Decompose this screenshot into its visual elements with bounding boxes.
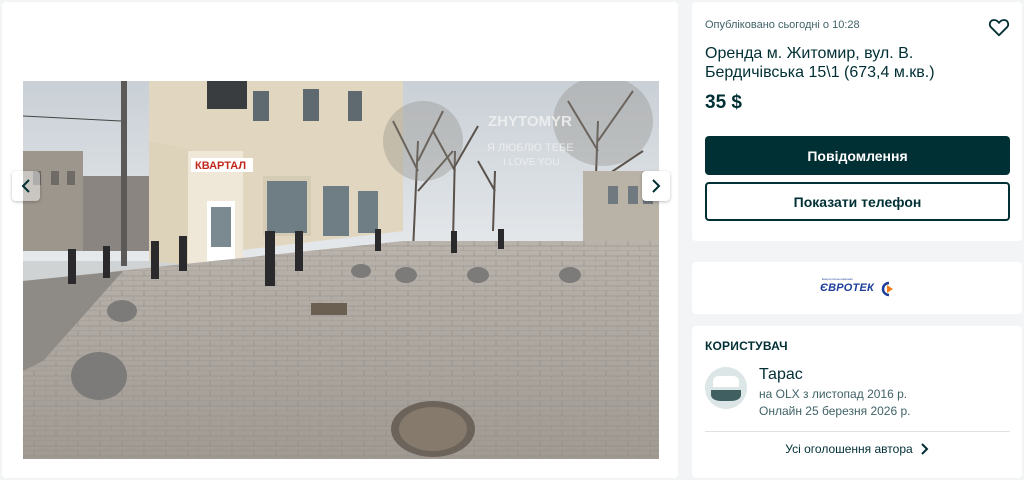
street-photo-image: КВАРТАЛ ZHYTOMYR Я ЛЮБЛЮ ТЕБЕ I LOVE YOU bbox=[23, 81, 659, 459]
listing-title: Оренда м. Житомир, вул. В. Бердичівська … bbox=[705, 45, 935, 81]
heart-icon bbox=[988, 19, 1010, 37]
company-logo-text: ЄВРОТЕК bbox=[820, 282, 874, 294]
chevron-left-icon bbox=[21, 179, 30, 193]
user-avatar-icon[interactable] bbox=[705, 367, 747, 409]
company-logo: Енергетична компанія ЄВРОТЕК bbox=[820, 276, 900, 300]
chevron-right-icon bbox=[652, 179, 661, 193]
listing-photo[interactable]: КВАРТАЛ ZHYTOMYR Я ЛЮБЛЮ ТЕБЕ I LOVE YOU bbox=[23, 81, 659, 459]
photo-love-sign: Я ЛЮБЛЮ ТЕБЕ bbox=[487, 142, 574, 154]
company-logo-icon bbox=[881, 281, 893, 297]
user-card: КОРИСТУВАЧ Тарас на OLX з листопад 2016 … bbox=[692, 326, 1022, 478]
listing-price: 35 $ bbox=[705, 92, 742, 113]
gallery-next-button[interactable] bbox=[642, 171, 670, 201]
photo-love-sign-en: I LOVE YOU bbox=[503, 157, 560, 168]
message-button[interactable]: Повідомлення bbox=[705, 136, 1010, 175]
photo-city-sign: ZHYTOMYR bbox=[488, 113, 572, 130]
gallery-card: КВАРТАЛ ZHYTOMYR Я ЛЮБЛЮ ТЕБЕ I LOVE YOU bbox=[2, 2, 678, 478]
published-date: Опубліковано сьогодні о 10:28 bbox=[705, 19, 860, 31]
gallery-prev-button[interactable] bbox=[12, 171, 40, 201]
show-phone-button[interactable]: Показати телефон bbox=[705, 182, 1010, 221]
company-logo-subtitle: Енергетична компанія bbox=[822, 277, 853, 281]
user-last-online: Онлайн 25 березня 2026 р. bbox=[759, 404, 911, 418]
photo-shop-sign: КВАРТАЛ bbox=[195, 160, 246, 172]
favorite-button[interactable] bbox=[988, 16, 1010, 38]
all-author-ads-label: Усі оголошення автора bbox=[785, 442, 913, 456]
user-heading: КОРИСТУВАЧ bbox=[705, 339, 788, 353]
user-name[interactable]: Тарас bbox=[759, 366, 803, 384]
chevron-right-icon bbox=[920, 443, 929, 455]
all-author-ads-link[interactable]: Усі оголошення автора bbox=[692, 442, 1022, 456]
divider bbox=[705, 431, 1010, 432]
user-member-since: на OLX з листопад 2016 р. bbox=[759, 387, 908, 401]
listing-details-card: Опубліковано сьогодні о 10:28 Оренда м. … bbox=[692, 2, 1022, 241]
company-logo-card[interactable]: Енергетична компанія ЄВРОТЕК bbox=[692, 262, 1022, 314]
